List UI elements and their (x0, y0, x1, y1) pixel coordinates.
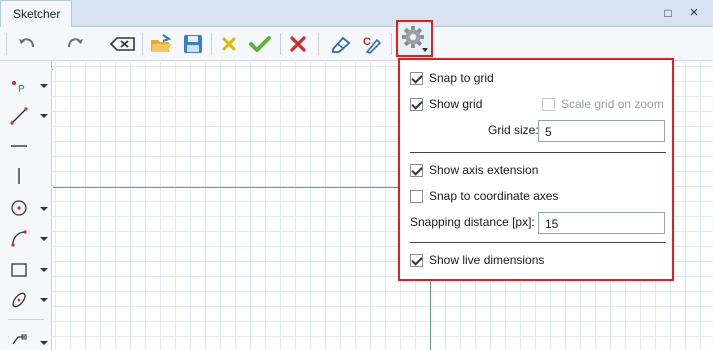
panel-divider (410, 152, 666, 153)
ellipse-tool[interactable] (8, 289, 30, 311)
delete-last-button[interactable] (108, 31, 138, 57)
clear-button[interactable] (216, 31, 242, 57)
save-icon (184, 35, 202, 53)
ellipse-icon (12, 292, 26, 308)
svg-text:P: P (18, 84, 25, 95)
show-axis-extension-option[interactable]: Show axis extension (410, 163, 538, 177)
show-grid-checkbox[interactable] (410, 97, 423, 111)
x-axis-line (53, 187, 400, 188)
panel-divider (410, 242, 666, 243)
redo-icon (68, 38, 83, 48)
grid-size-label: Grid size: (488, 123, 539, 137)
toolbar-separator (318, 33, 319, 55)
show-live-dimensions-checkbox[interactable] (410, 253, 423, 267)
open-folder-icon (151, 34, 172, 52)
dimension-edit-icon: C (363, 36, 382, 54)
snap-to-axes-checkbox[interactable] (410, 189, 423, 203)
show-live-dimensions-label: Show live dimensions (429, 253, 545, 267)
snapping-distance-input[interactable]: 15 (538, 212, 665, 234)
y-axis-line (430, 280, 431, 350)
save-button[interactable] (180, 31, 206, 57)
show-live-dimensions-option[interactable]: Show live dimensions (410, 253, 544, 267)
arc-dropdown-icon[interactable] (40, 237, 48, 241)
toolbar: C (0, 27, 713, 73)
restore-button[interactable]: □ (660, 5, 676, 21)
close-button[interactable]: × (686, 5, 702, 21)
accept-check-icon (249, 36, 271, 52)
open-button[interactable] (148, 31, 174, 57)
horizontal-line-icon (11, 145, 27, 147)
eraser-button[interactable] (326, 31, 354, 57)
rectangle-tool[interactable] (8, 259, 30, 281)
point-icon: P (12, 81, 25, 95)
tab-label: Sketcher (13, 7, 61, 21)
polyline-dropdown-icon[interactable] (40, 341, 48, 345)
snap-to-grid-option[interactable]: Snap to grid (410, 71, 494, 85)
toolbar-separator (280, 33, 281, 55)
circle-dropdown-icon[interactable] (40, 207, 48, 211)
horizontal-line-tool[interactable] (8, 135, 30, 157)
tab-sketcher[interactable]: Sketcher (0, 0, 72, 27)
clear-x-icon (222, 37, 236, 51)
circle-tool[interactable] (8, 197, 30, 219)
show-axis-extension-label: Show axis extension (429, 163, 539, 177)
line-dropdown-icon[interactable] (40, 114, 48, 118)
snap-to-axes-label: Snap to coordinate axes (429, 189, 559, 203)
vertical-line-icon (18, 168, 20, 184)
undo-button[interactable] (14, 31, 40, 57)
cancel-x-icon (290, 36, 306, 52)
polyline-tool[interactable] (8, 327, 30, 349)
accept-button[interactable] (246, 31, 274, 57)
delete-backspace-icon (110, 37, 135, 51)
snap-to-axes-option[interactable]: Snap to coordinate axes (410, 189, 558, 203)
svg-text:C: C (363, 36, 371, 48)
redo-button[interactable] (62, 31, 88, 57)
snap-to-grid-checkbox[interactable] (410, 71, 423, 85)
scale-grid-label: Scale grid on zoom (561, 97, 664, 111)
eraser-icon (332, 36, 351, 53)
snapping-distance-label: Snapping distance [px]: (410, 215, 535, 229)
ellipse-dropdown-icon[interactable] (40, 298, 48, 302)
toolbar-grip (6, 33, 7, 55)
rectangle-icon (11, 263, 27, 277)
vertical-line-tool[interactable] (8, 165, 30, 187)
grid-size-input[interactable]: 5 (538, 120, 665, 142)
arc-tool[interactable] (8, 227, 30, 249)
snap-to-grid-label: Snap to grid (429, 71, 494, 85)
line-icon (10, 107, 28, 125)
title-bar: Sketcher □ × (0, 0, 713, 27)
toolbar-separator (142, 33, 143, 55)
arc-icon (11, 230, 27, 247)
toolbar-separator (391, 33, 392, 55)
polyline-icon (12, 334, 27, 345)
rectangle-dropdown-icon[interactable] (40, 268, 48, 272)
tool-strip: P (0, 61, 52, 350)
scale-grid-checkbox (542, 97, 555, 111)
show-axis-extension-checkbox[interactable] (410, 163, 423, 177)
show-grid-option[interactable]: Show grid (410, 97, 482, 111)
grid-settings-panel: Snap to grid Show grid Scale grid on zoo… (398, 58, 674, 281)
scale-grid-option: Scale grid on zoom (542, 97, 664, 111)
undo-icon (19, 38, 34, 48)
toolbar-separator (211, 33, 212, 55)
dimension-edit-button[interactable]: C (358, 31, 386, 57)
gear-icon (402, 26, 428, 52)
point-dropdown-icon[interactable] (40, 84, 48, 88)
show-grid-label: Show grid (429, 97, 483, 111)
point-tool[interactable]: P (8, 75, 30, 97)
tool-strip-separator (8, 319, 44, 320)
cancel-button[interactable] (285, 31, 311, 57)
line-tool[interactable] (8, 105, 30, 127)
circle-icon (11, 200, 27, 216)
settings-button[interactable] (396, 20, 433, 57)
